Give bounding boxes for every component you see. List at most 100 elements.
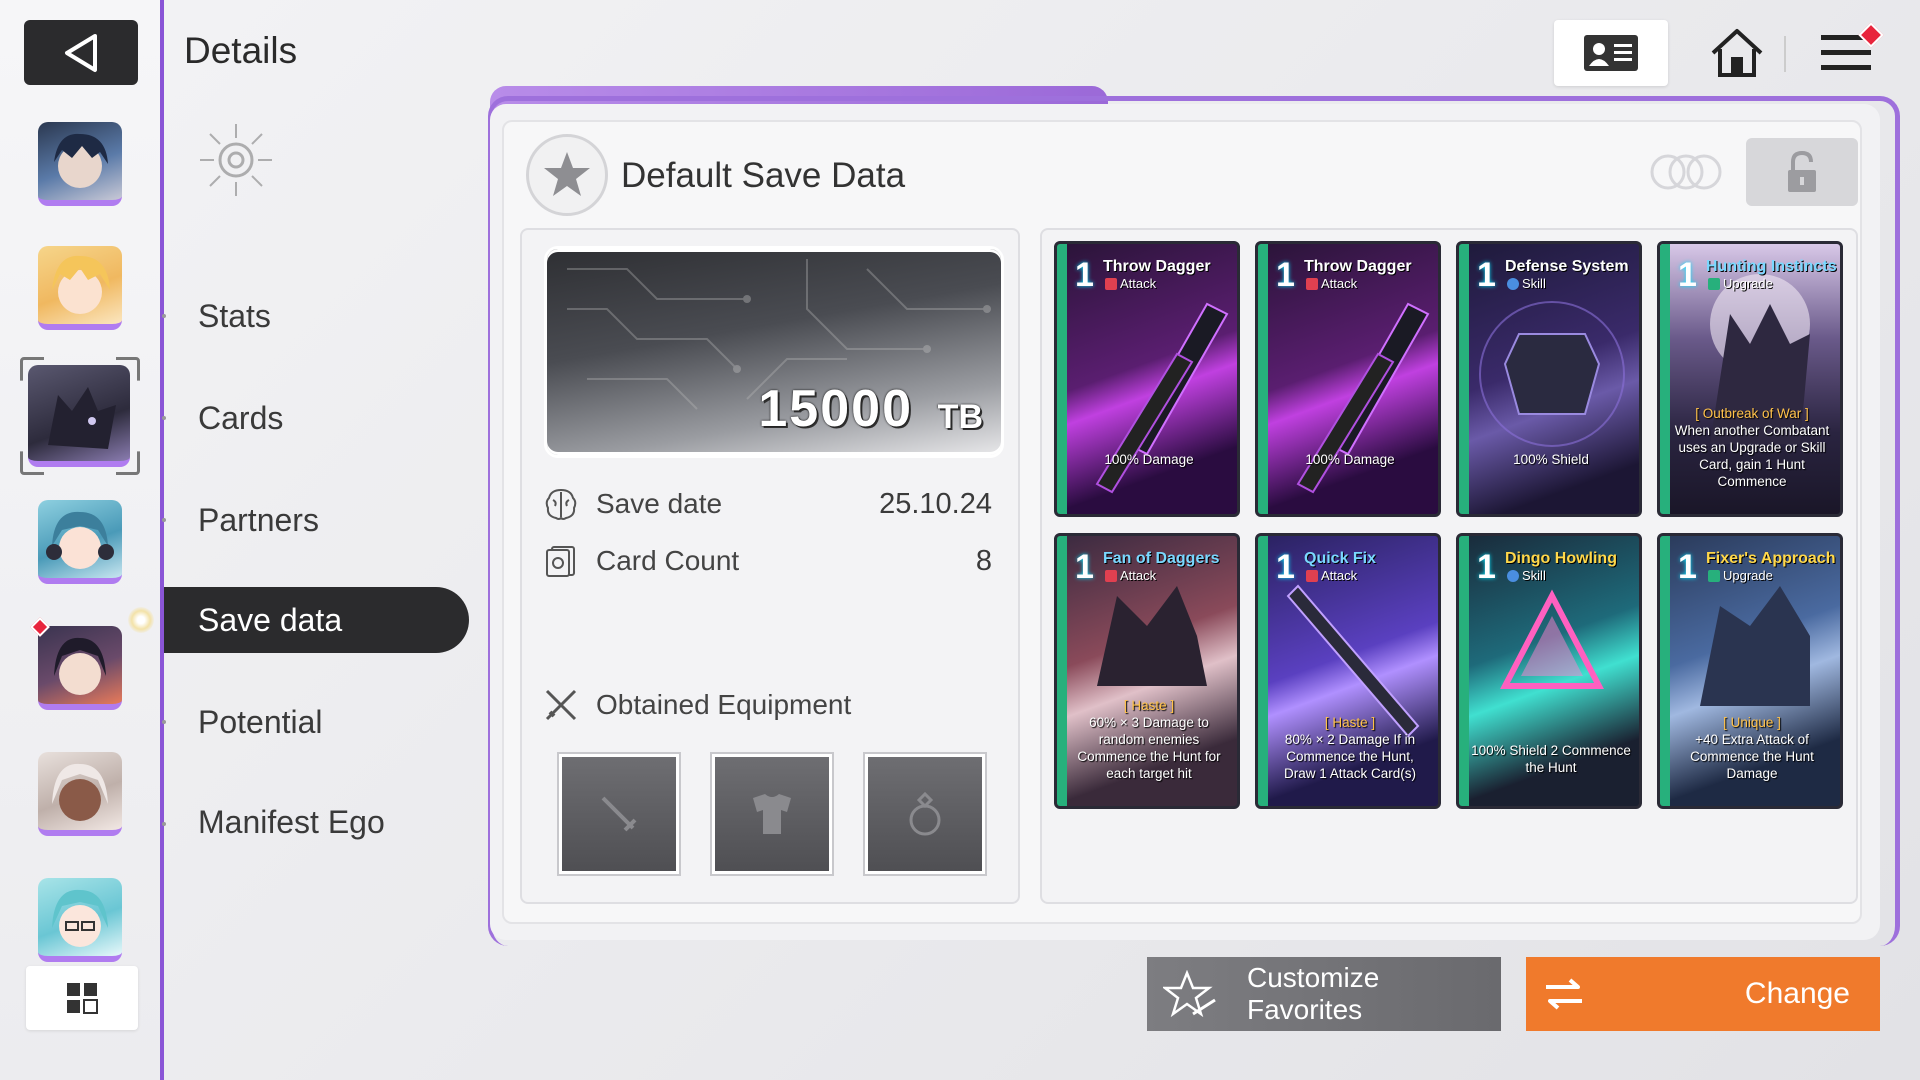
card-name: Fixer's Approach <box>1706 550 1836 567</box>
card-cost: 1 <box>1477 256 1496 294</box>
card-description: [ Unique ] +40 Extra Attack of Commence … <box>1672 714 1832 782</box>
avatar-character-2[interactable] <box>38 246 122 330</box>
card-type-label: Attack <box>1120 276 1157 291</box>
attack-type-icon <box>1105 569 1117 582</box>
card-desc-tag: [ Outbreak of War ] <box>1695 406 1809 421</box>
card-type: Attack <box>1306 568 1357 583</box>
card-type: Attack <box>1105 568 1156 583</box>
menu-item-stats[interactable]: Stats <box>198 298 271 335</box>
lock-button[interactable] <box>1746 138 1858 206</box>
attack-type-icon <box>1105 277 1117 290</box>
save-title: Default Save Data <box>621 156 906 195</box>
card-defense-system[interactable]: 1 Defense System Skill 100% Shield <box>1456 241 1642 517</box>
card-desc-text: 100% Shield <box>1513 452 1589 467</box>
tb-balance-card: 15000 TB <box>544 246 1004 458</box>
gear-icon <box>200 124 272 196</box>
card-type: Skill <box>1507 568 1546 583</box>
card-cost: 1 <box>1678 256 1697 294</box>
card-name: Quick Fix <box>1304 550 1377 567</box>
menu-item-partners[interactable]: Partners <box>198 502 319 539</box>
grid-view-button[interactable] <box>26 966 138 1030</box>
grid-icon <box>67 983 98 1014</box>
change-button[interactable]: Change <box>1526 957 1880 1031</box>
customize-favorites-button[interactable]: Customize Favorites <box>1147 957 1501 1031</box>
home-icon <box>1711 29 1763 77</box>
save-date-label: Save date <box>596 488 723 519</box>
card-name: Hunting Instincts <box>1706 258 1837 275</box>
page-title: Details <box>184 30 298 71</box>
menu-item-cards[interactable]: Cards <box>198 400 283 437</box>
card-throw-dagger-1[interactable]: 1 Throw Dagger Attack 100% Damage <box>1054 241 1240 517</box>
card-desc-tag: [ Haste ] <box>1123 698 1175 713</box>
card-desc-text: 100% Damage <box>1104 452 1194 467</box>
card-type: Skill <box>1507 276 1546 291</box>
skill-type-icon <box>1507 569 1519 582</box>
avatar-character-1[interactable] <box>38 122 122 206</box>
card-type: Upgrade <box>1708 276 1773 291</box>
back-arrow-icon <box>65 33 97 72</box>
avatar-character-7[interactable] <box>38 878 122 962</box>
equipment-slot-accessory[interactable] <box>865 754 985 874</box>
avatar-character-4[interactable] <box>38 500 122 584</box>
card-icon <box>546 546 575 577</box>
equipment-slot-weapon[interactable] <box>559 754 679 874</box>
lock-icon <box>1788 150 1816 192</box>
card-hunting-instincts[interactable]: 1 Hunting Instincts Upgrade [ Outbreak o… <box>1657 241 1843 517</box>
card-count-label: Card Count <box>596 545 740 576</box>
card-fan-of-daggers[interactable]: 1 Fan of Daggers Attack [ Haste ] 60% × … <box>1054 533 1240 809</box>
card-type-label: Attack <box>1321 568 1358 583</box>
card-count-value: 8 <box>975 544 992 577</box>
card-cost: 1 <box>1276 548 1295 586</box>
card-name: Throw Dagger <box>1103 258 1211 275</box>
change-label: Change <box>1744 977 1850 1010</box>
equipment-label: Obtained Equipment <box>596 689 852 720</box>
card-quick-fix[interactable]: 1 Quick Fix Attack [ Haste ] 80% × 2 Dam… <box>1255 533 1441 809</box>
avatar-character-5[interactable] <box>38 626 122 710</box>
card-desc-text: +40 Extra Attack of Commence the Hunt Da… <box>1690 732 1814 781</box>
profile-card-button[interactable] <box>1554 20 1668 86</box>
swap-icon <box>1546 978 1582 1010</box>
tb-value: 15000 <box>758 380 913 438</box>
card-type-label: Upgrade <box>1723 276 1773 291</box>
card-throw-dagger-2[interactable]: 1 Throw Dagger Attack 100% Damage <box>1255 241 1441 517</box>
upgrade-type-icon <box>1708 569 1720 582</box>
card-cost: 1 <box>1477 548 1496 586</box>
card-fixers-approach[interactable]: 1 Fixer's Approach Upgrade [ Unique ] +4… <box>1657 533 1843 809</box>
equipment-slot-armor[interactable] <box>712 754 832 874</box>
equipment-header: Obtained Equipment <box>544 688 851 722</box>
card-description: [ Haste ] 80% × 2 Damage If in Commence … <box>1270 714 1430 782</box>
menu-bullet <box>162 518 166 522</box>
character-rail <box>0 0 164 1080</box>
card-desc-text: 80% × 2 Damage If in Commence the Hunt, … <box>1283 732 1417 781</box>
card-description: 100% Shield 2 Commence the Hunt <box>1471 742 1631 776</box>
avatar-character-6[interactable] <box>38 752 122 836</box>
attack-type-icon <box>1306 277 1318 290</box>
card-cost: 1 <box>1276 256 1295 294</box>
card-cost: 1 <box>1075 256 1094 294</box>
attack-type-icon <box>1306 569 1318 582</box>
card-type: Upgrade <box>1708 568 1773 583</box>
menu-item-label: Save data <box>198 601 343 638</box>
active-indicator-orb <box>128 607 154 633</box>
card-name: Defense System <box>1505 258 1629 275</box>
menu-item-save-data[interactable]: Save data <box>128 587 469 653</box>
menu-item-potential[interactable]: Potential <box>198 704 323 741</box>
card-desc-tag: [ Unique ] <box>1723 715 1781 730</box>
back-button[interactable] <box>24 20 138 85</box>
sword-icon <box>601 796 637 832</box>
upgrade-type-icon <box>1708 277 1720 290</box>
star-edit-icon <box>1163 970 1216 1018</box>
card-type-label: Skill <box>1522 568 1546 583</box>
card-desc-tag: [ Haste ] <box>1324 715 1376 730</box>
customize-favorites-label: Customize Favorites <box>1247 962 1380 1025</box>
card-description: 100% Damage <box>1270 451 1430 468</box>
card-description: [ Haste ] 60% × 3 Damage to random enemi… <box>1069 697 1229 782</box>
home-button[interactable] <box>1694 20 1780 86</box>
avatar-character-3-selected[interactable] <box>28 365 130 467</box>
menu-bullet <box>162 822 166 826</box>
card-type-label: Upgrade <box>1723 568 1773 583</box>
card-dingo-howling[interactable]: 1 Dingo Howling Skill 100% Shield 2 Comm… <box>1456 533 1642 809</box>
menu-item-manifest-ego[interactable]: Manifest Ego <box>198 804 385 841</box>
card-type: Attack <box>1306 276 1357 291</box>
profile-card-icon <box>1584 35 1638 71</box>
